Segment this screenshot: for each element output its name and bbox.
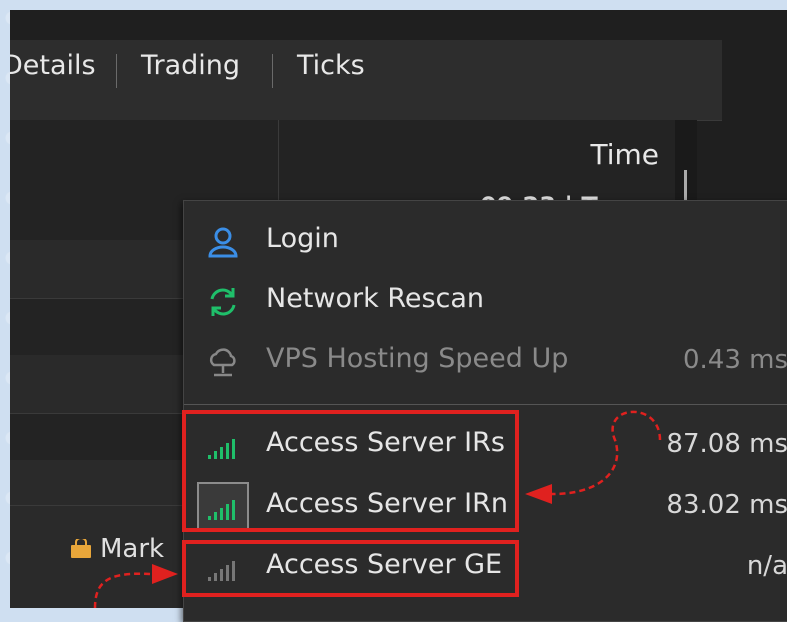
- annotation-arrows: [93, 410, 662, 608]
- arrow-to-ge: [93, 564, 178, 608]
- arrow-to-irn: [525, 410, 662, 504]
